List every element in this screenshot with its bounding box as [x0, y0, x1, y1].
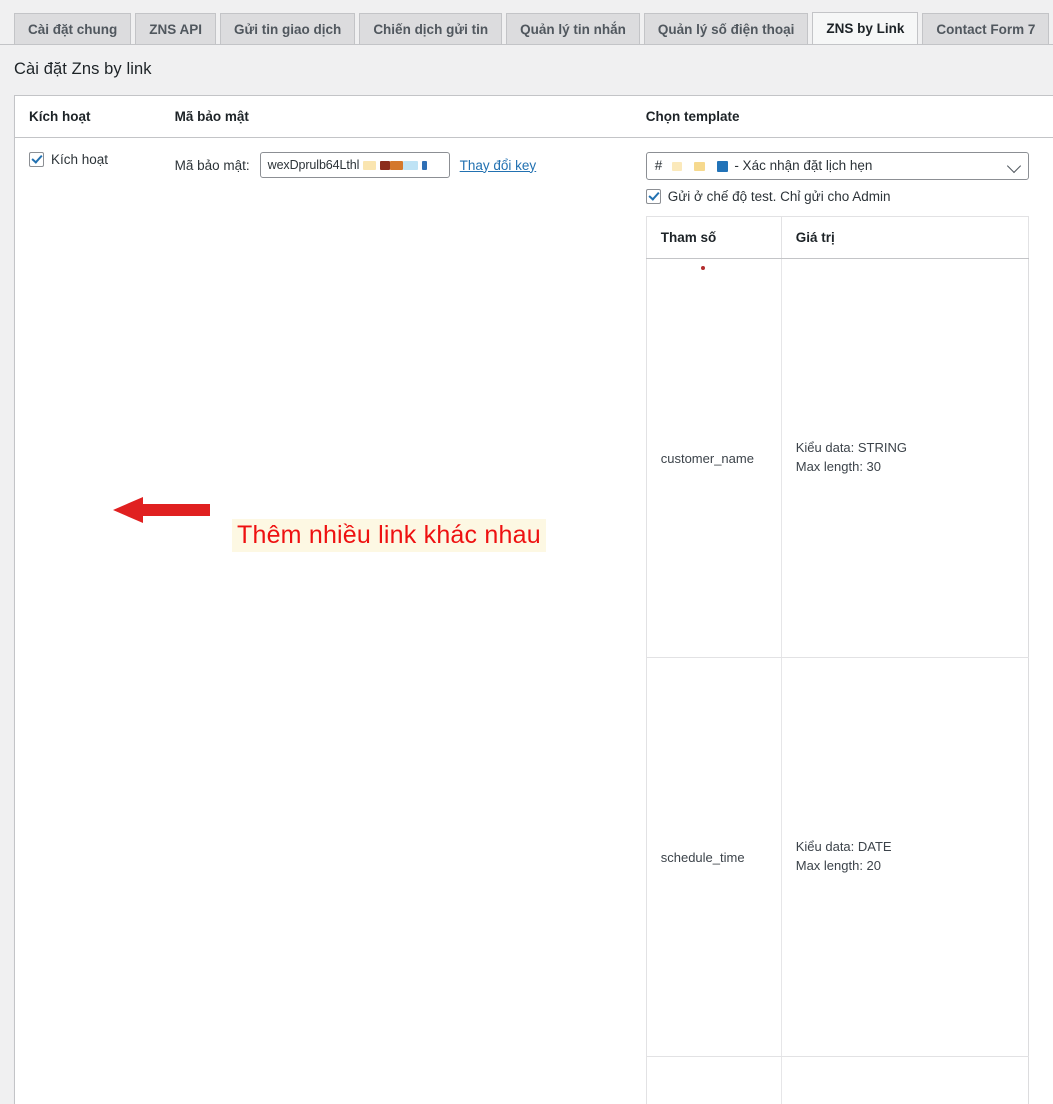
test-mode-label: Gửi ở chế độ test. Chỉ gửi cho Admin — [668, 189, 891, 204]
param-value-cell: Kiểu data: DATE Max length: 20 — [781, 658, 1028, 1057]
tab-cai-dat-chung[interactable]: Cài đặt chung — [14, 13, 131, 45]
column-header-template: Chọn template — [632, 96, 1053, 138]
table-row: Kích hoạt Mã bảo mật: wexDprulb64Lthl — [15, 138, 1053, 1104]
redaction-block — [717, 161, 728, 172]
settings-tab-bar: Cài đặt chung ZNS API Gửi tin giao dịch … — [0, 0, 1053, 45]
param-name: schedule_time — [661, 850, 745, 865]
secret-key-input[interactable]: wexDprulb64Lthl — [260, 152, 450, 178]
param-data-type: Kiểu data: DATE — [796, 838, 1016, 857]
page-title: Cài đặt Zns by link — [14, 60, 152, 79]
annotation-text: Thêm nhiều link khác nhau — [232, 519, 546, 552]
param-name-cell: schedule_time — [646, 658, 781, 1057]
param-max-length: Max length: 30 — [796, 458, 1016, 477]
redaction-block — [363, 161, 376, 170]
column-header-activate: Kích hoạt — [15, 96, 161, 138]
page-root: Cài đặt chung ZNS API Gửi tin giao dịch … — [0, 0, 1053, 552]
redaction-block — [380, 161, 390, 170]
redaction-block — [390, 161, 403, 170]
params-column-header-value: Giá trị — [781, 217, 1028, 259]
template-params-table: Tham số Giá trị customer_name — [646, 216, 1029, 1104]
test-mode-row[interactable]: Gửi ở chế độ test. Chỉ gửi cho Admin — [646, 189, 1053, 204]
secret-key-value: wexDprulb64Lthl — [268, 158, 360, 172]
table-row: address Kiểu data: STRING Max length: 80 — [646, 1057, 1028, 1104]
tab-zns-api[interactable]: ZNS API — [135, 13, 216, 45]
redaction-block — [672, 162, 682, 171]
tab-chien-dich-gui-tin[interactable]: Chiến dịch gửi tin — [359, 13, 502, 45]
param-name: customer_name — [661, 451, 754, 466]
params-column-header-name: Tham số — [646, 217, 781, 259]
secret-key-row: Mã bảo mật: wexDprulb64Lthl Thay đổi key — [175, 152, 620, 178]
template-select[interactable]: # - Xác nhận đặt lịch hẹn — [646, 152, 1029, 180]
tab-zns-by-link[interactable]: ZNS by Link — [812, 12, 918, 45]
cell-activate: Kích hoạt — [15, 138, 161, 1104]
tab-contact-form-7[interactable]: Contact Form 7 — [922, 13, 1049, 45]
table-body: Kích hoạt Mã bảo mật: wexDprulb64Lthl — [15, 138, 1053, 1104]
param-name-cell: customer_name — [646, 259, 781, 658]
required-marker-icon — [701, 266, 705, 270]
template-select-wrapper[interactable]: # - Xác nhận đặt lịch hẹn — [646, 152, 1029, 180]
table-header-row: Kích hoạt Mã bảo mật Chọn template — [15, 96, 1053, 138]
param-name-cell: address — [646, 1057, 781, 1104]
activate-checkbox[interactable] — [29, 152, 44, 167]
template-select-label: - Xác nhận đặt lịch hẹn — [734, 158, 872, 173]
redaction-block — [403, 161, 418, 170]
table-row: schedule_time Kiểu data: DATE Max length… — [646, 658, 1028, 1057]
activate-checkbox-row[interactable]: Kích hoạt — [29, 152, 149, 167]
cell-template: # - Xác nhận đặt lịch hẹn Gửi ở chế độ t… — [632, 138, 1053, 1104]
params-header-row: Tham số Giá trị — [646, 217, 1028, 259]
secret-key-label: Mã bảo mật: — [175, 158, 250, 173]
params-body: customer_name Kiểu data: STRING Max leng… — [646, 259, 1028, 1104]
param-max-length: Max length: 20 — [796, 857, 1016, 876]
tab-quan-ly-so-dien-thoai[interactable]: Quản lý số điện thoại — [644, 13, 809, 45]
tab-gui-tin-giao-dich[interactable]: Gửi tin giao dịch — [220, 13, 355, 45]
activate-checkbox-label: Kích hoạt — [51, 152, 108, 167]
param-data-type: Kiểu data: STRING — [796, 439, 1016, 458]
change-key-link[interactable]: Thay đổi key — [460, 158, 537, 173]
cell-secret-key: Mã bảo mật: wexDprulb64Lthl Thay đổi key — [161, 138, 632, 1104]
tab-quan-ly-tin-nhan[interactable]: Quản lý tin nhắn — [506, 13, 640, 45]
params-head: Tham số Giá trị — [646, 217, 1028, 259]
table-row: customer_name Kiểu data: STRING Max leng… — [646, 259, 1028, 658]
param-value-cell: Kiểu data: STRING Max length: 30 — [781, 259, 1028, 658]
table-head: Kích hoạt Mã bảo mật Chọn template — [15, 96, 1053, 138]
redaction-block — [694, 162, 705, 171]
test-mode-checkbox[interactable] — [646, 189, 661, 204]
param-value-cell: Kiểu data: STRING Max length: 80 — [781, 1057, 1028, 1104]
zns-by-link-settings-table: Kích hoạt Mã bảo mật Chọn template Kích … — [14, 95, 1053, 1104]
template-select-prefix: # — [655, 158, 663, 173]
column-header-secret: Mã bảo mật — [161, 96, 632, 138]
redaction-block — [422, 161, 427, 170]
